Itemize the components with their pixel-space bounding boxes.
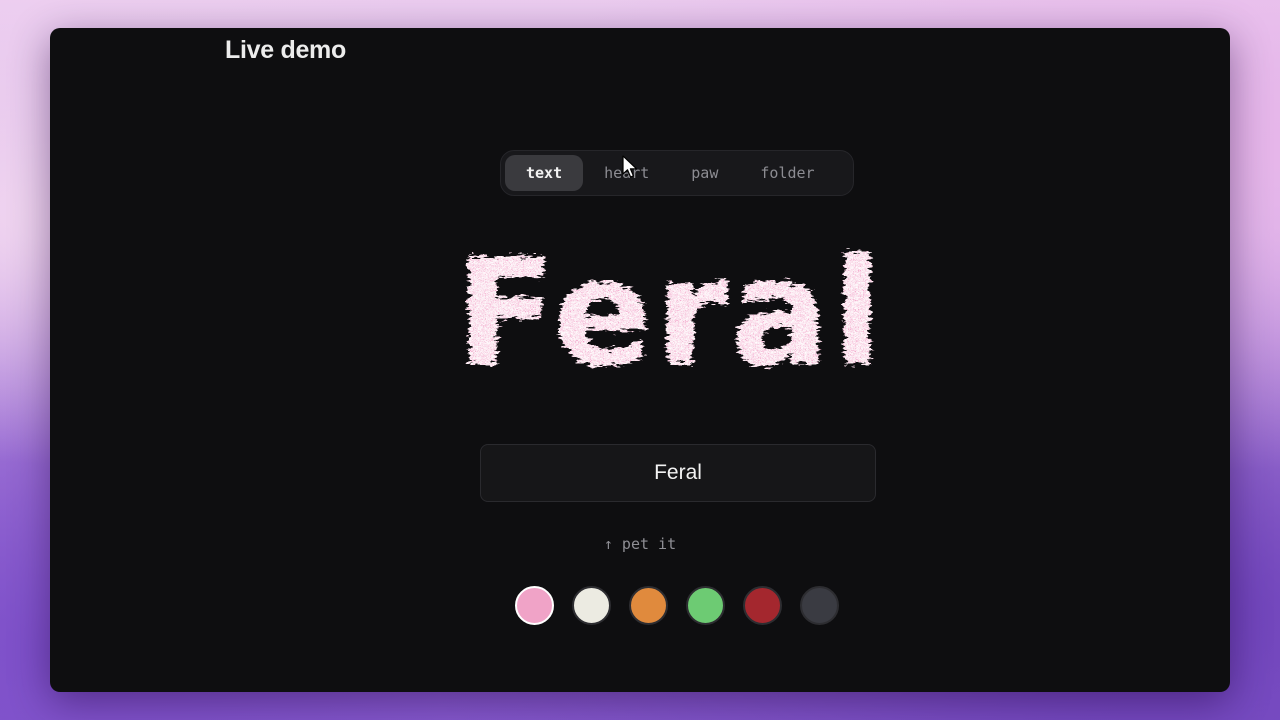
swatch-cream[interactable] — [572, 586, 611, 625]
swatch-pink[interactable] — [515, 586, 554, 625]
tab-folder[interactable]: folder — [739, 155, 835, 191]
fur-text: Feral — [455, 227, 884, 396]
swatch-green[interactable] — [686, 586, 725, 625]
tab-paw[interactable]: paw — [670, 155, 739, 191]
fur-preview-canvas[interactable]: Feral — [430, 226, 910, 396]
demo-window: Live demo text heart paw folder Feral Fe… — [50, 28, 1230, 692]
page-title: Live demo — [225, 36, 346, 64]
fur-text-svg[interactable]: Feral — [430, 226, 910, 396]
swatch-red[interactable] — [743, 586, 782, 625]
color-swatches — [515, 586, 839, 625]
text-input[interactable] — [480, 444, 876, 502]
mode-tabs: text heart paw folder — [500, 150, 854, 196]
pet-hint: ↑ pet it — [603, 535, 677, 553]
swatch-orange[interactable] — [629, 586, 668, 625]
mouse-cursor-icon — [622, 155, 638, 178]
swatch-slate[interactable] — [800, 586, 839, 625]
tab-text[interactable]: text — [505, 155, 584, 191]
